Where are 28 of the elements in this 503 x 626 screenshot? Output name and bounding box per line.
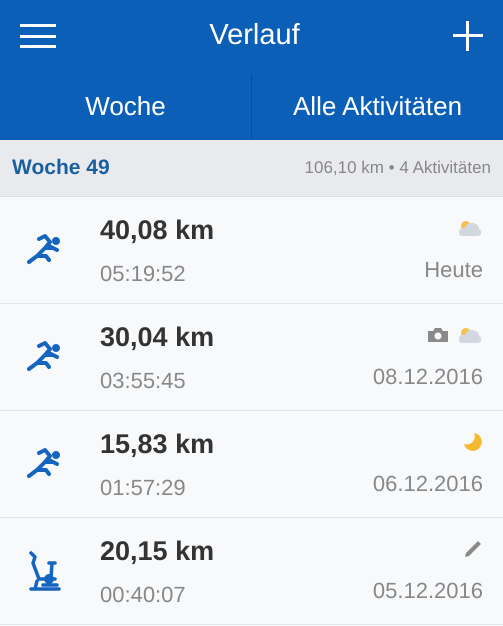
screen-title: Verlauf (209, 18, 300, 54)
activity-row[interactable]: 15,83 km 01:57:29 06.12.2016 (0, 411, 503, 518)
activity-row[interactable]: 20,15 km 00:40:07 05.12.2016 (0, 518, 503, 625)
duration: 03:55:45 (100, 366, 187, 395)
pencil-icon (463, 538, 483, 558)
distance: 20,15 km (100, 535, 216, 568)
camera-icon (427, 326, 449, 342)
activity-row[interactable]: 40,08 km 05:19:52 Heute (0, 197, 503, 304)
tab[interactable]: Alle Aktivitäten (252, 72, 503, 140)
moon-icon (463, 432, 483, 452)
distance: 40,08 km (100, 214, 216, 248)
duration: 05:19:52 (100, 260, 187, 288)
menu-icon[interactable] (20, 21, 56, 51)
week-title: Woche 49 (12, 155, 110, 182)
partly-cloudy-icon (457, 326, 483, 344)
tab[interactable]: Woche (0, 72, 251, 140)
activity-date: 06.12.2016 (372, 470, 483, 498)
activity-date: Heute (424, 256, 483, 284)
activity-date: 08.12.2016 (372, 362, 483, 390)
activity-date: 05.12.2016 (372, 576, 483, 604)
duration: 00:40:07 (100, 580, 187, 609)
distance: 15,83 km (100, 428, 216, 462)
duration: 01:57:29 (100, 474, 187, 502)
distance: 30,04 km (100, 321, 216, 354)
add-icon[interactable] (452, 21, 483, 51)
week-summary: 106,10 km • 4 Aktivitäten (304, 157, 491, 180)
activity-row[interactable]: 30,04 km 03:55:45 08.12.2016 (0, 304, 503, 411)
partly-cloudy-icon (457, 218, 483, 236)
